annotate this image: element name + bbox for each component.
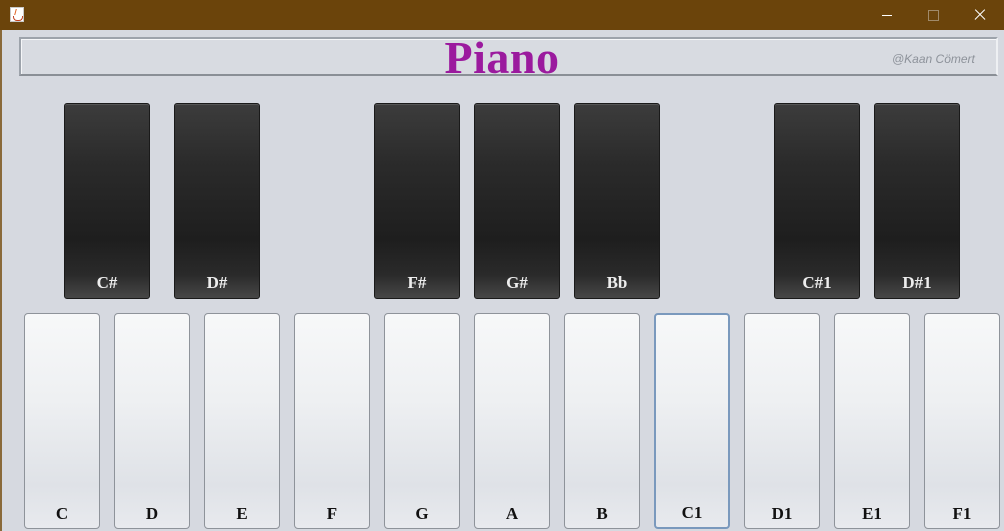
title-bar[interactable] [0, 0, 1004, 30]
white-key-f[interactable]: F [294, 313, 370, 529]
author-credit: @Kaan Cömert [892, 52, 975, 66]
black-key-c-sharp[interactable]: C# [64, 103, 150, 299]
key-label: Bb [606, 273, 628, 292]
key-label: E [236, 504, 248, 523]
key-label: E1 [862, 504, 882, 523]
key-label: C# [96, 273, 118, 292]
white-key-e[interactable]: E [204, 313, 280, 529]
key-label: F1 [952, 504, 972, 523]
window-border [0, 30, 2, 531]
page-title: Piano [444, 32, 560, 83]
white-key-a[interactable]: A [474, 313, 550, 529]
black-key-f-sharp[interactable]: F# [374, 103, 460, 299]
white-key-c[interactable]: C [24, 313, 100, 529]
maximize-button[interactable] [910, 0, 956, 30]
black-key-g-sharp[interactable]: G# [474, 103, 560, 299]
white-key-c1[interactable]: C1 [654, 313, 730, 529]
white-key-e1[interactable]: E1 [834, 313, 910, 529]
key-label: G [415, 504, 429, 523]
close-button[interactable] [956, 0, 1002, 30]
key-label: D [145, 504, 159, 523]
white-key-d[interactable]: D [114, 313, 190, 529]
key-label: C [55, 504, 69, 523]
key-label: D#1 [902, 273, 932, 292]
key-label: G# [506, 273, 528, 292]
key-label: D# [206, 273, 228, 292]
minimize-button[interactable] [864, 0, 910, 30]
app-window: Piano @Kaan Cömert C# D# F# G# Bb C#1 D#… [0, 0, 1004, 531]
java-cup-icon [10, 7, 24, 22]
key-label: B [596, 504, 608, 523]
black-key-c-sharp-1[interactable]: C#1 [774, 103, 860, 299]
black-key-d-sharp-1[interactable]: D#1 [874, 103, 960, 299]
black-key-b-flat[interactable]: Bb [574, 103, 660, 299]
white-key-f1[interactable]: F1 [924, 313, 1000, 529]
black-key-d-sharp[interactable]: D# [174, 103, 260, 299]
key-label: C#1 [802, 273, 832, 292]
key-label: F# [407, 273, 427, 292]
white-key-b[interactable]: B [564, 313, 640, 529]
key-label: A [505, 504, 519, 523]
key-label: D1 [771, 504, 793, 523]
white-key-d1[interactable]: D1 [744, 313, 820, 529]
key-label: F [326, 504, 338, 523]
key-label: C1 [681, 503, 703, 522]
white-key-g[interactable]: G [384, 313, 460, 529]
